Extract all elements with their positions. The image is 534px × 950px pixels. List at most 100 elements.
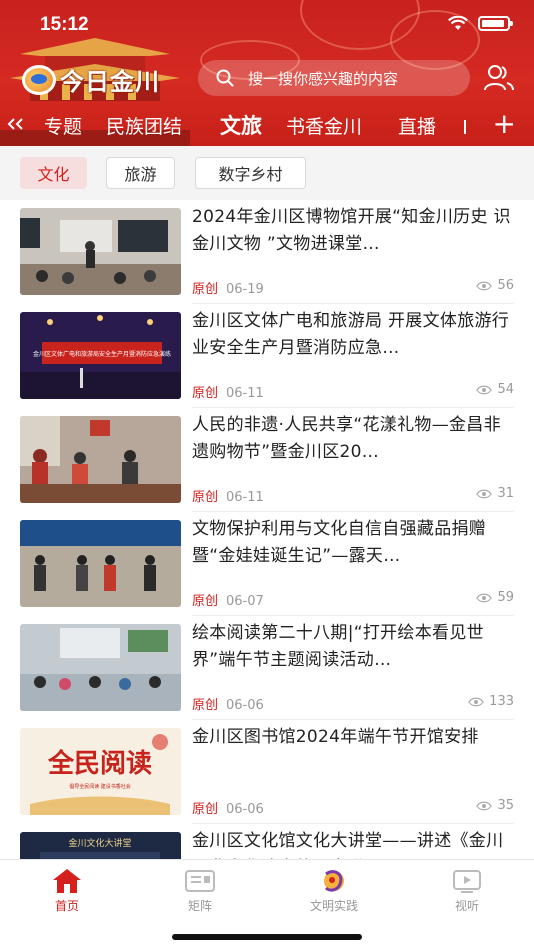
view-count: 54 [476,382,514,397]
channel-tab-zhibo[interactable]: 直播 [398,112,436,139]
status-bar: 15:12 [0,0,534,44]
article-meta: 原创 06-11 31 [192,486,514,505]
article-date: 06-11 [226,386,264,401]
article-title: 人民的非遗·人民共享“花漾礼物—金昌非遗购物节”暨金川区20… [192,415,501,462]
article-title: 金川区图书馆2024年端午节开馆安排 [192,727,479,747]
logo-mark-icon [22,64,56,95]
thumbnail-reading-text: 全民阅读 [47,748,152,779]
status-time: 15:12 [40,14,89,35]
article-thumbnail [20,416,181,503]
article-meta: 原创 06-06 35 [192,798,514,817]
view-count-value: 35 [497,798,514,813]
article-date: 06-07 [226,594,264,609]
article-meta: 原创 06-06 133 [192,694,514,713]
app-logo: 今日金川 [22,62,160,97]
view-count-value: 133 [489,694,514,709]
eye-icon [476,281,493,290]
eye-icon [468,697,484,706]
view-count-value: 59 [497,590,514,605]
tab-home[interactable]: 首页 [27,868,107,914]
original-badge: 原创 [192,594,219,609]
home-icon [53,869,81,893]
thumbnail-banner-text: 金川区文体广电和旅游局安全生产月暨消防应急演练 [33,350,171,358]
article-item[interactable]: 文物保护利用与文化自信自强藏品捐赠暨“金娃娃诞生记”—露天… 原创 06-07 5… [0,512,534,616]
article-item[interactable]: 人民的非遗·人民共享“花漾礼物—金昌非遗购物节”暨金川区20… 原创 06-11 … [0,408,534,512]
article-thumbnail [20,520,181,607]
tab-video[interactable]: 视听 [427,868,507,914]
tab-matrix-label: 矩阵 [187,899,212,913]
matrix-icon [185,870,215,892]
original-badge: 原创 [192,282,219,297]
back-dots-icon [7,118,23,130]
article-date: 06-19 [226,282,264,297]
article-item[interactable]: 2024年金川区博物馆开展“知金川历史 识金川文物 ”文物进课堂… 原创 06-1… [0,200,534,304]
thumbnail-lecture-text: 金川文化大讲堂 [68,837,131,849]
eye-icon [476,385,493,394]
subtab-bar: 文化 旅游 数字乡村 [0,146,534,200]
view-count: 31 [476,486,514,501]
add-channel-button[interactable]: + [493,110,516,138]
overflow-indicator [464,120,466,134]
subtab-wenhua[interactable]: 文化 [20,157,87,189]
tab-video-label: 视听 [454,899,479,913]
article-date: 06-06 [226,698,264,713]
channel-tab-minzu[interactable]: 民族团结 [106,112,214,139]
original-badge: 原创 [192,802,219,817]
search-placeholder: 搜一搜你感兴趣的内容 [248,69,399,88]
article-meta: 原创 06-19 56 [192,278,514,297]
subtab-lvyou[interactable]: 旅游 [106,157,175,189]
tab-home-label: 首页 [54,899,79,913]
view-count: 35 [476,798,514,813]
channel-tab-shuxiang[interactable]: 书香金川 [286,112,362,139]
article-meta: 原创 06-11 54 [192,382,514,401]
original-badge: 原创 [192,490,219,505]
thumbnail-reading-subtext: 倡导全民阅读 建设书香社会 [69,783,131,790]
eye-icon [476,489,493,498]
article-title: 文物保护利用与文化自信自强藏品捐赠暨“金娃娃诞生记”—露天… [192,519,487,566]
article-thumbnail [20,624,181,711]
tab-civilization[interactable]: 文明实践 [294,868,374,914]
civilization-practice-icon [324,870,344,892]
article-thumbnail: 金川文化大讲堂 [20,832,181,860]
channel-bar: 专题 民族团结 文旅 书香金川 直播 + [0,108,534,144]
tab-matrix[interactable]: 矩阵 [160,868,240,914]
article-title: 2024年金川区博物馆开展“知金川历史 识金川文物 ”文物进课堂… [192,207,511,254]
view-count: 56 [476,278,514,293]
user-profile-icon[interactable] [484,64,514,92]
wifi-icon [448,16,468,30]
search-bar[interactable]: 搜一搜你感兴趣的内容 [198,60,470,96]
article-title: 金川区文体广电和旅游局 开展文体旅游行业安全生产月暨消防应急… [192,311,510,358]
article-date: 06-06 [226,802,264,817]
eye-icon [476,801,493,810]
channel-tab-zhuanti[interactable]: 专题 [44,112,82,139]
subtab-shuzi-xiangcun[interactable]: 数字乡村 [195,157,306,189]
article-thumbnail: 金川区文体广电和旅游局安全生产月暨消防应急演练 [20,312,181,399]
battery-icon [478,16,513,31]
view-count-value: 56 [497,278,514,293]
view-count-value: 54 [497,382,514,397]
app-header: 15:12 今日金川 搜一搜你感兴趣的内容 专题 民族团结 文旅 书香金川 直播… [0,0,534,146]
app-name: 今日金川 [60,68,160,96]
article-thumbnail [20,208,181,295]
view-count-value: 31 [497,486,514,501]
article-thumbnail: 全民阅读 倡导全民阅读 建设书香社会 [20,728,181,815]
article-item[interactable]: 金川区文体广电和旅游局安全生产月暨消防应急演练 金川区文体广电和旅游局 开展文体… [0,304,534,408]
article-item[interactable]: 绘本阅读第二十八期|“打开绘本看见世界”端午节主题阅读活动… 原创 06-06 1… [0,616,534,720]
article-item[interactable]: 金川文化大讲堂 金川区文化馆文化大讲堂——讲述《金川区非文化遗产的研究进展… [0,824,534,860]
tab-civilization-label: 文明实践 [309,899,358,913]
article-item[interactable]: 全民阅读 倡导全民阅读 建设书香社会 金川区图书馆2024年端午节开馆安排 原创… [0,720,534,824]
status-icons [448,16,513,31]
home-indicator [172,934,362,940]
article-date: 06-11 [226,490,264,505]
original-badge: 原创 [192,386,219,401]
article-meta: 原创 06-07 59 [192,590,514,609]
channel-tab-wenlv[interactable]: 文旅 [220,110,262,140]
eye-icon [476,593,493,602]
original-badge: 原创 [192,698,219,713]
view-count: 133 [468,694,514,709]
tv-icon [453,870,481,893]
article-title: 金川区文化馆文化大讲堂——讲述《金川区非文化遗产的研究进展… [192,831,504,860]
view-count: 59 [476,590,514,605]
search-icon [216,69,234,87]
article-title: 绘本阅读第二十八期|“打开绘本看见世界”端午节主题阅读活动… [192,623,484,670]
